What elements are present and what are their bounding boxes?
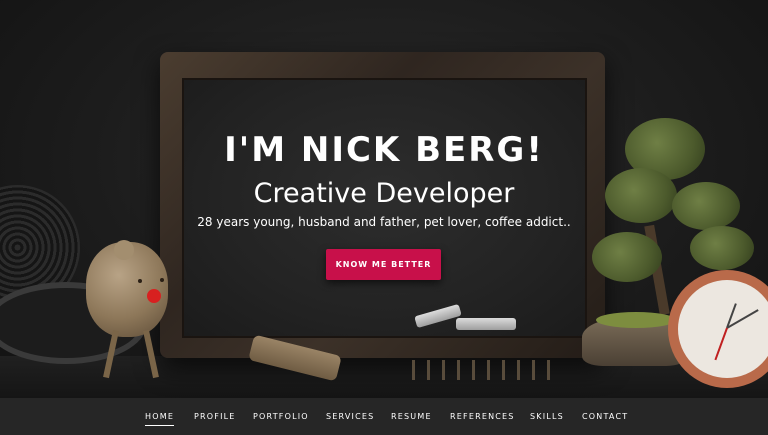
nav-item-home[interactable]: HOME xyxy=(145,412,175,426)
wooden-robot-nose xyxy=(147,289,161,303)
nav-item-profile[interactable]: PROFILE xyxy=(194,412,236,422)
hero-headline: I'M NICK BERG! xyxy=(224,130,544,170)
wooden-robot-head xyxy=(114,240,134,260)
nav-item-references[interactable]: REFERENCES xyxy=(450,412,515,422)
wooden-robot-eye xyxy=(138,279,142,283)
hero-tagline: 28 years young, husband and father, pet … xyxy=(197,215,571,229)
bonsai-foliage xyxy=(690,226,754,270)
wooden-robot-eye xyxy=(160,278,164,282)
hero-section: I'M NICK BERG! Creative Developer 28 yea… xyxy=(0,0,768,398)
nav-item-contact[interactable]: CONTACT xyxy=(582,412,628,422)
clock-second-hand xyxy=(714,327,728,361)
nav-item-resume[interactable]: RESUME xyxy=(391,412,432,422)
nav-item-services[interactable]: SERVICES xyxy=(326,412,374,422)
page: I'M NICK BERG! Creative Developer 28 yea… xyxy=(0,0,768,435)
chalk-stick xyxy=(456,318,516,330)
nav-item-skills[interactable]: SKILLS xyxy=(530,412,564,422)
hero-subheadline: Creative Developer xyxy=(253,178,515,209)
nav-item-portfolio[interactable]: PORTFOLIO xyxy=(253,412,309,422)
moss xyxy=(596,312,676,328)
thumbtacks xyxy=(400,360,550,380)
bonsai-foliage xyxy=(592,232,662,282)
clock-face xyxy=(678,280,768,378)
know-me-better-button[interactable]: KNOW ME BETTER xyxy=(326,249,441,280)
main-navigation: HOME PROFILE PORTFOLIO SERVICES RESUME R… xyxy=(0,398,768,435)
